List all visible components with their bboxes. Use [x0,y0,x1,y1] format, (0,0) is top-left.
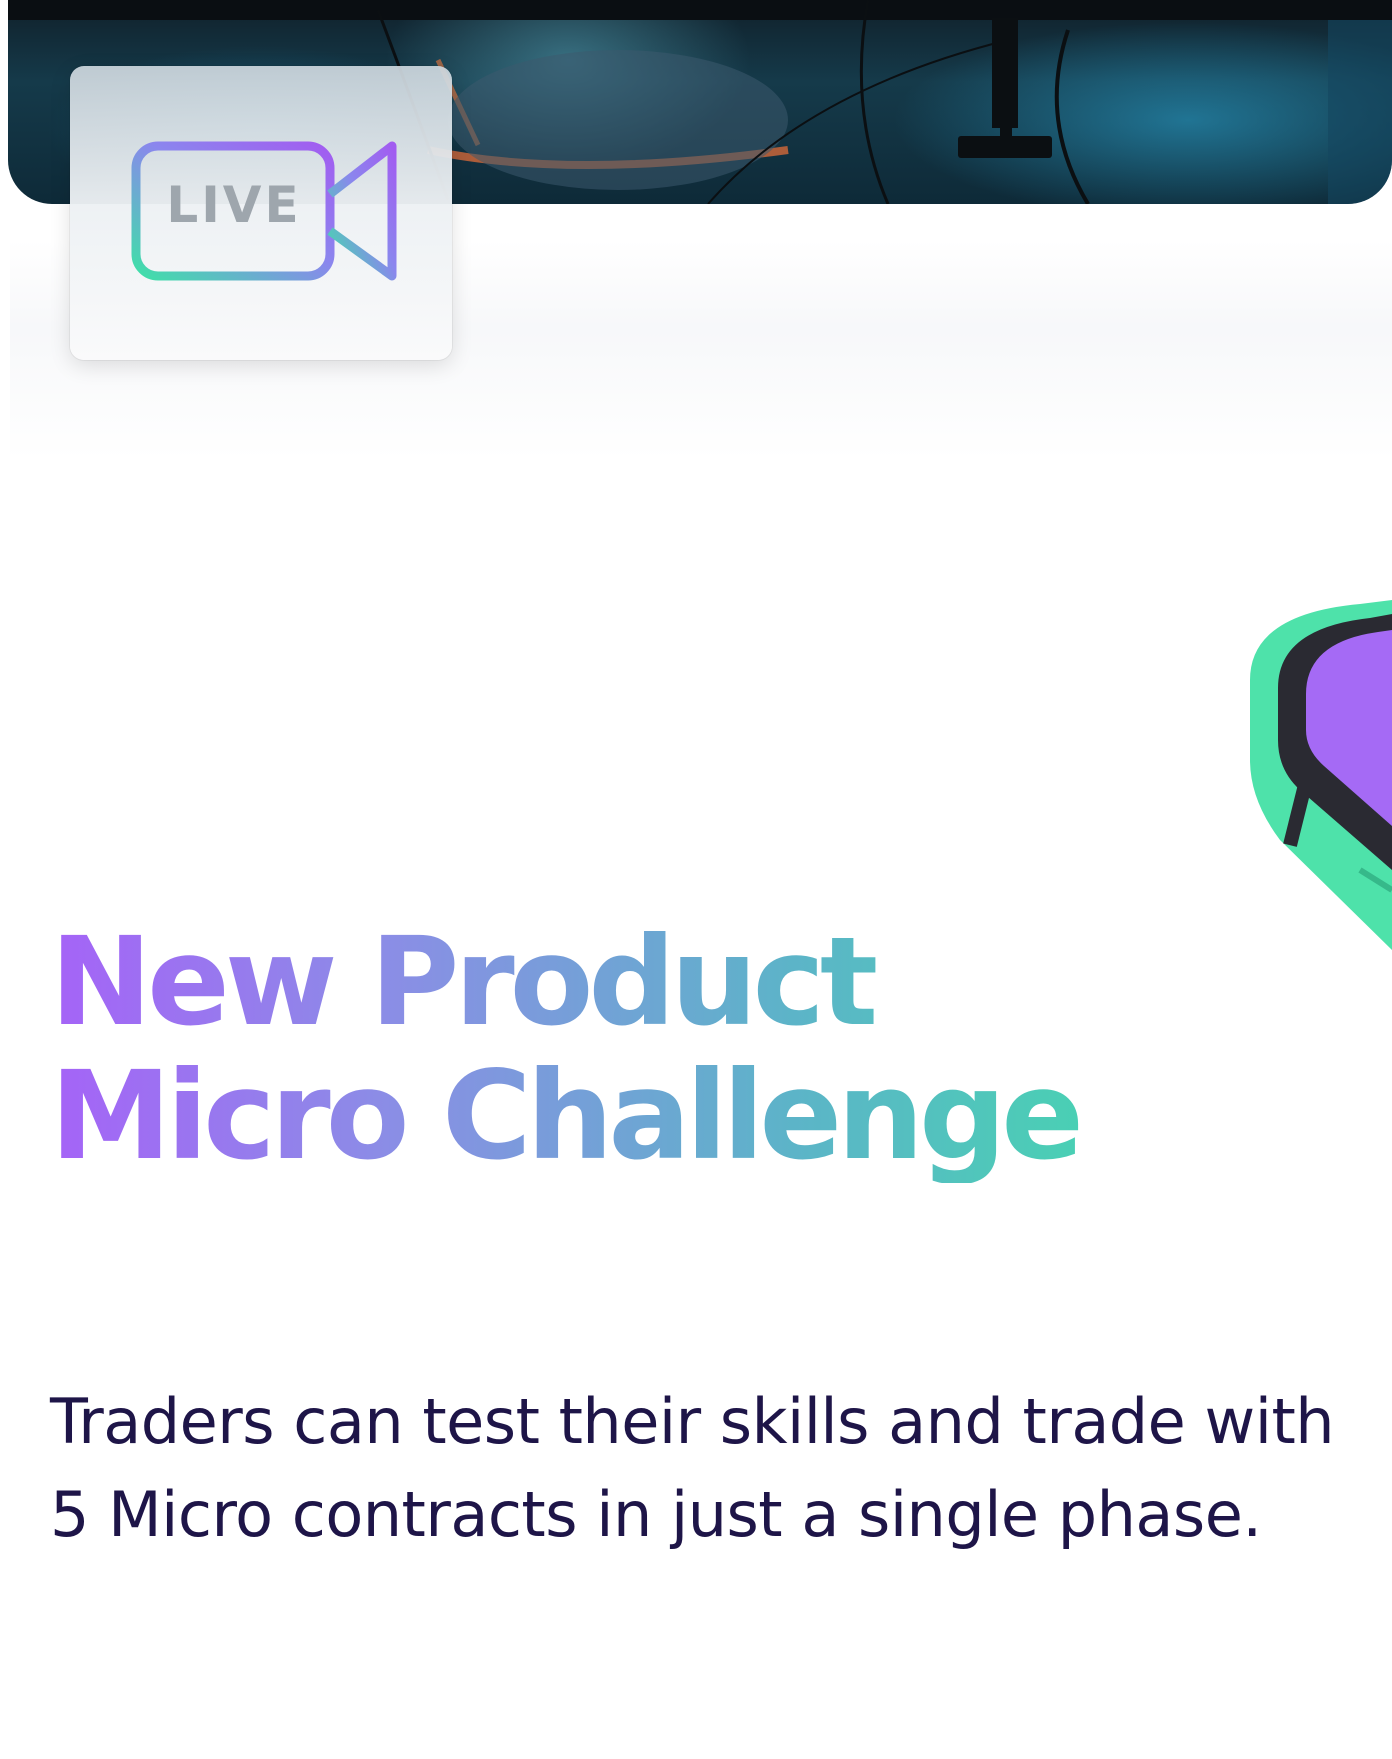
smartphone-icon [1250,600,1392,950]
live-badge-text: LIVE [166,176,301,234]
live-badge-card: LIVE [70,66,452,360]
description-text: Traders can test their skills and trade … [50,1385,1335,1551]
page: LIVE New Product Micro Challenge Traders… [0,0,1392,1759]
headline-line-2: Micro Challenge [50,1045,1080,1187]
headline-line-1: New Product [50,911,874,1053]
video-camera-icon: LIVE [131,141,397,281]
headline: New Product Micro Challenge [50,915,1250,1183]
